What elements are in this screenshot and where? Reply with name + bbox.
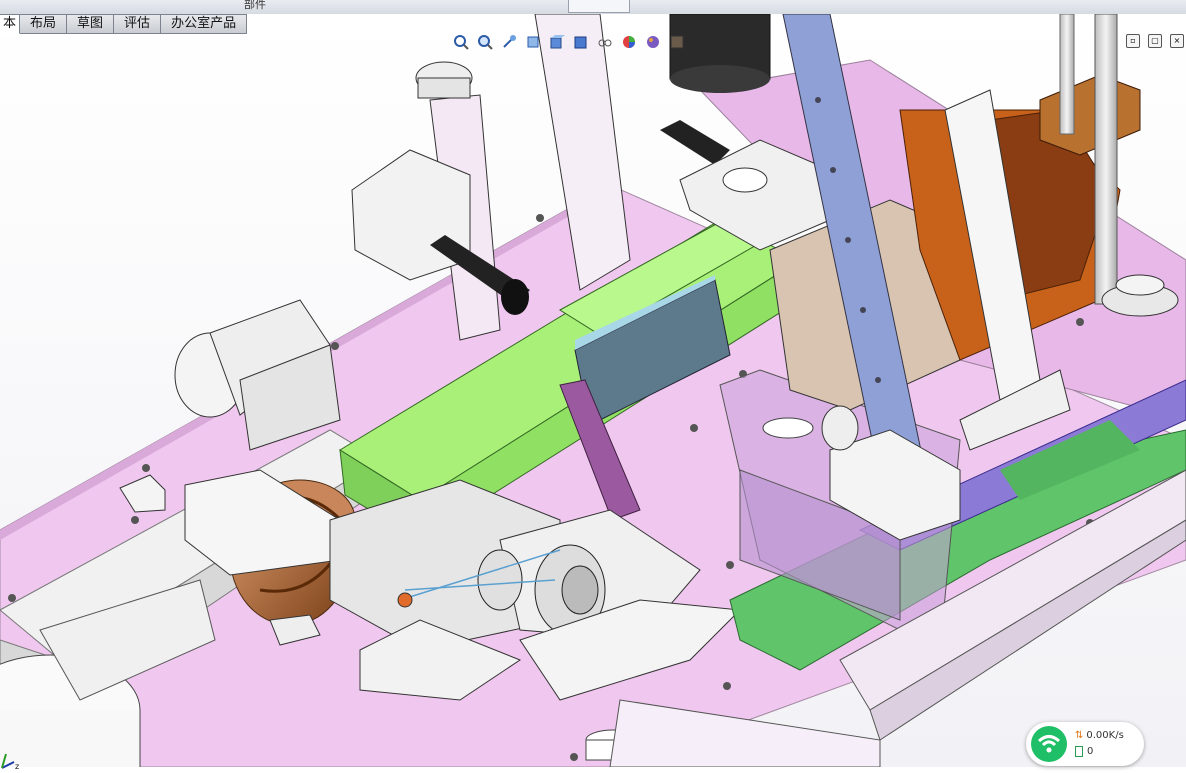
network-speed: 0.00K/s xyxy=(1086,730,1124,741)
hide-show-items-icon[interactable] xyxy=(594,32,616,52)
battery-icon xyxy=(1075,745,1083,757)
zoom-to-fit-icon[interactable] xyxy=(450,32,472,52)
ribbon-tab-assembly[interactable]: 部件 xyxy=(238,0,272,12)
edit-appearance-icon[interactable] xyxy=(618,32,640,52)
apply-scene-icon[interactable] xyxy=(642,32,664,52)
previous-view-icon[interactable] xyxy=(498,32,520,52)
triad-axis-label: z xyxy=(15,762,19,770)
network-count: 0 xyxy=(1087,746,1094,757)
heads-up-toolbar xyxy=(450,32,688,52)
wifi-icon xyxy=(1031,726,1067,762)
graphics-viewport[interactable]: ▫ ▢ × z xyxy=(0,13,1186,771)
up-down-arrow-icon: ⇅ xyxy=(1075,730,1084,741)
view-settings-icon[interactable] xyxy=(666,32,688,52)
tab-assembly[interactable]: 本 xyxy=(0,14,21,34)
tab-office-products[interactable]: 办公室产品 xyxy=(161,14,248,34)
network-speed-widget[interactable]: ⇅ 0.00K/s 0 xyxy=(1026,722,1144,766)
zoom-to-area-icon[interactable] xyxy=(474,32,496,52)
tab-evaluate[interactable]: 评估 xyxy=(114,14,162,34)
ribbon-strip: 部件 xyxy=(0,0,1186,15)
view-orientation-icon[interactable] xyxy=(546,32,568,52)
tile-icon[interactable]: ▫ xyxy=(1126,34,1140,48)
window-controls: ▫ ▢ × xyxy=(1126,34,1184,48)
close-icon[interactable]: × xyxy=(1170,34,1184,48)
tab-sketch[interactable]: 草图 xyxy=(67,14,115,34)
display-style-icon[interactable] xyxy=(570,32,592,52)
section-view-icon[interactable] xyxy=(522,32,544,52)
restore-icon[interactable]: ▢ xyxy=(1148,34,1162,48)
cad-model xyxy=(0,13,1186,768)
ribbon-tab-selected[interactable] xyxy=(568,0,630,13)
tab-layout[interactable]: 布局 xyxy=(20,14,68,34)
coordinate-triad: z xyxy=(0,746,24,771)
command-manager-tabs: 本 布局 草图 评估 办公室产品 xyxy=(0,14,248,34)
